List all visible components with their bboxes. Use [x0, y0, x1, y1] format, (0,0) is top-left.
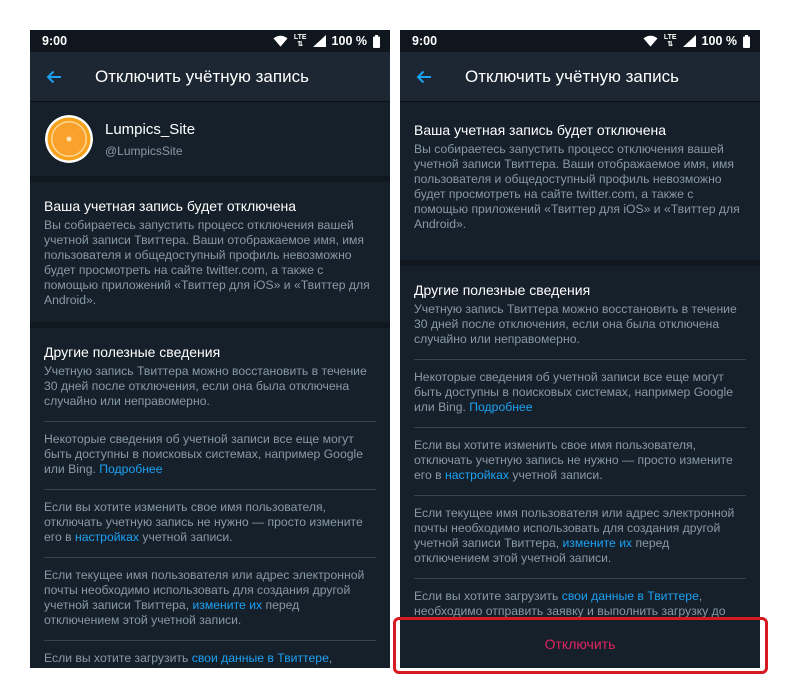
divider — [414, 495, 746, 496]
section-title: Ваша учетная запись будет отключена — [44, 198, 297, 214]
battery-icon — [743, 34, 750, 48]
network-label: LTE — [663, 34, 677, 41]
back-button[interactable] — [30, 52, 78, 102]
deactivation-description: Вы собираетесь запустить процесс отключе… — [44, 218, 370, 307]
app-bar: Отключить учётную запись — [30, 52, 390, 102]
settings-link[interactable]: настройках — [75, 530, 139, 544]
your-data-link[interactable]: свои данные в Твиттере — [562, 589, 699, 603]
divider — [44, 640, 376, 641]
arrow-left-icon — [416, 70, 431, 83]
restore-info: Учетную запись Твиттера можно восстанови… — [44, 364, 367, 408]
battery-level: 100 % — [701, 34, 737, 48]
search-engines-info: Некоторые сведения об учетной записи все… — [414, 370, 733, 414]
learn-more-link[interactable]: Подробнее — [99, 462, 162, 476]
restore-info: Учетную запись Твиттера можно восстанови… — [414, 302, 737, 346]
deactivation-info-section: Ваша учетная запись будет отключена Вы с… — [400, 102, 760, 246]
wifi-icon — [273, 35, 288, 47]
account-row: Lumpics_Site @LumpicsSite — [30, 102, 390, 182]
page-title: Отключить учётную запись — [95, 66, 309, 86]
status-time: 9:00 — [42, 34, 68, 48]
email-change-info: Если текущее имя пользователя или адрес … — [44, 568, 365, 627]
deactivation-description: Вы собираетесь запустить процесс отключе… — [414, 142, 740, 231]
divider — [414, 359, 746, 360]
arrow-left-icon — [46, 70, 61, 83]
useful-info-section: Другие полезные сведения Учетную запись … — [400, 266, 760, 663]
section-title: Другие полезные сведения — [44, 344, 221, 360]
network-label: LTE — [293, 34, 307, 41]
divider — [44, 489, 376, 490]
search-engines-info: Некоторые сведения об учетной записи все… — [44, 432, 363, 476]
divider — [414, 427, 746, 428]
signal-icon — [312, 35, 326, 47]
battery-level: 100 % — [331, 34, 367, 48]
page-title: Отключить учётную запись — [465, 66, 679, 86]
account-handle: @LumpicsSite — [105, 143, 183, 158]
phone-screen-left: 9:00 LTE ⇅ 100 % Отключить учётную запись — [30, 30, 390, 668]
signal-icon — [682, 35, 696, 47]
settings-link[interactable]: настройках — [445, 468, 509, 482]
avatar — [45, 115, 93, 163]
your-data-link[interactable]: свои данные в Твиттере — [192, 651, 329, 665]
download-data-info: Если вы хотите загрузить свои данные в Т… — [44, 651, 356, 668]
battery-icon — [373, 34, 380, 48]
lte-icon: LTE ⇅ — [293, 34, 307, 48]
phone-screen-right: 9:00 LTE ⇅ 100 % Отключить учётную запись… — [400, 30, 760, 668]
account-name: Lumpics_Site — [105, 120, 196, 138]
learn-more-link[interactable]: Подробнее — [469, 400, 532, 414]
divider — [44, 557, 376, 558]
lte-icon: LTE ⇅ — [663, 34, 677, 48]
section-title: Другие полезные сведения — [414, 282, 591, 298]
status-bar: 9:00 LTE ⇅ 100 % — [30, 30, 390, 52]
divider — [414, 578, 746, 579]
deactivation-info-section: Ваша учетная запись будет отключена Вы с… — [30, 182, 390, 322]
section-title: Ваша учетная запись будет отключена — [414, 122, 667, 138]
username-change-info: Если вы хотите изменить свое имя пользов… — [414, 438, 733, 482]
useful-info-section: Другие полезные сведения Учетную запись … — [30, 328, 390, 668]
username-change-info: Если вы хотите изменить свое имя пользов… — [44, 500, 363, 544]
app-bar: Отключить учётную запись — [400, 52, 760, 102]
change-them-link[interactable]: измените их — [563, 536, 633, 550]
divider — [44, 421, 376, 422]
email-change-info: Если текущее имя пользователя или адрес … — [414, 506, 735, 565]
status-bar: 9:00 LTE ⇅ 100 % — [400, 30, 760, 52]
status-time: 9:00 — [412, 34, 438, 48]
back-button[interactable] — [400, 52, 448, 102]
change-them-link[interactable]: измените их — [193, 598, 263, 612]
wifi-icon — [643, 35, 658, 47]
disable-button-highlight — [393, 617, 768, 674]
